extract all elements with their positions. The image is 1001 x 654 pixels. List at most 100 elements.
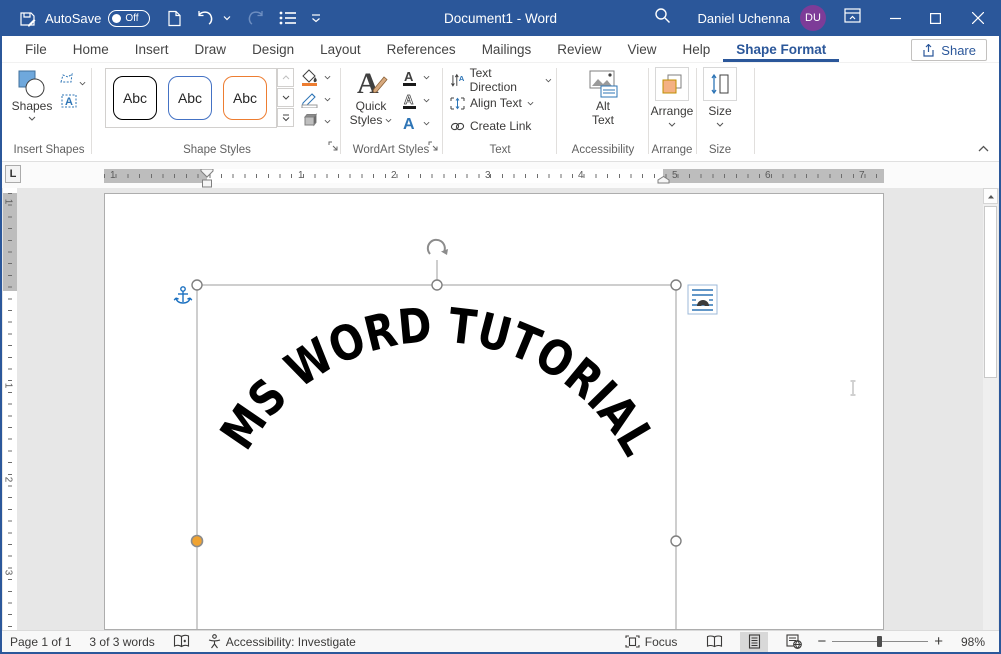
text-outline-button[interactable]: A: [402, 91, 430, 109]
handle-top-left[interactable]: [192, 280, 202, 290]
quick-styles-button[interactable]: A Quick Styles: [344, 67, 398, 127]
collapse-ribbon-button[interactable]: [978, 139, 989, 157]
align-text-button[interactable]: Align Text: [450, 94, 534, 112]
maximize-button[interactable]: [915, 0, 955, 36]
handle-top-center[interactable]: [432, 280, 442, 290]
window-border-left: [0, 0, 2, 654]
share-button[interactable]: Share: [911, 39, 987, 61]
zoom-in-button[interactable]: +: [934, 631, 952, 652]
zoom-out-button[interactable]: −: [808, 631, 826, 652]
tab-mailings[interactable]: Mailings: [469, 36, 545, 62]
tab-insert[interactable]: Insert: [122, 36, 182, 62]
ribbon-display-options-icon[interactable]: [844, 8, 861, 28]
size-button[interactable]: Size: [700, 67, 740, 127]
wordart-text[interactable]: MS WORD TUTORIAL: [210, 297, 666, 464]
shape-fill-button[interactable]: [301, 68, 331, 86]
text-effects-button[interactable]: A: [402, 114, 430, 132]
rotate-handle[interactable]: [428, 240, 448, 255]
shape-outline-button[interactable]: [301, 90, 331, 108]
group-title-shape-styles: Shape Styles: [96, 144, 338, 156]
autosave-control[interactable]: AutoSave Off: [45, 10, 150, 27]
right-indent-marker[interactable]: [657, 176, 670, 184]
page-indicator[interactable]: Page 1 of 1: [0, 631, 80, 652]
wordart-dialog-launcher[interactable]: [428, 138, 438, 156]
bullet-list-icon[interactable]: [272, 0, 304, 36]
create-link-icon: [450, 120, 465, 133]
alt-text-button[interactable]: Alt Text: [578, 69, 628, 127]
shapes-button[interactable]: Shapes: [8, 69, 56, 121]
zoom-slider[interactable]: [832, 641, 928, 642]
arrange-button[interactable]: Arrange: [652, 67, 692, 127]
document-title: Document1 - Word: [444, 0, 557, 36]
tab-file[interactable]: File: [12, 36, 60, 62]
shape-style-preset-1[interactable]: Abc: [113, 76, 157, 120]
scrollbar-thumb[interactable]: [984, 206, 997, 378]
read-mode-button[interactable]: [700, 632, 728, 652]
svg-text:A: A: [459, 73, 465, 82]
ruler-number: 7: [859, 170, 865, 181]
avatar[interactable]: DU: [800, 5, 826, 31]
group-wordart-styles: A Quick Styles A A A: [344, 67, 438, 159]
gallery-more-button[interactable]: [277, 108, 294, 127]
create-link-button[interactable]: Create Link: [450, 117, 531, 135]
text-fill-button[interactable]: A: [402, 68, 430, 86]
tab-help[interactable]: Help: [670, 36, 724, 62]
handle-middle-right[interactable]: [671, 536, 681, 546]
document-canvas: 1 1 2 3 MS WORD TUTORIAL: [0, 188, 1001, 630]
tab-stop-selector[interactable]: L: [5, 165, 21, 183]
indent-markers[interactable]: [200, 169, 214, 188]
shape-style-gallery: Abc Abc Abc: [105, 68, 277, 128]
tab-shape-format[interactable]: Shape Format: [723, 36, 839, 62]
group-arrange: Arrange Arrange: [650, 67, 694, 159]
zoom-slider-thumb[interactable]: [877, 636, 882, 647]
group-insert-shapes: Shapes A Insert Shapes: [8, 67, 90, 159]
share-icon: [922, 44, 935, 57]
svg-text:A: A: [357, 67, 379, 99]
shape-effects-button[interactable]: [301, 112, 331, 130]
adjustment-handle[interactable]: [192, 536, 203, 547]
new-document-icon[interactable]: [160, 0, 189, 36]
ruler-number: 3: [485, 170, 491, 181]
shape-style-preset-2[interactable]: Abc: [168, 76, 212, 120]
print-layout-button[interactable]: [740, 632, 768, 652]
scrollbar-up-button[interactable]: [983, 188, 998, 204]
tab-design[interactable]: Design: [239, 36, 307, 62]
alt-text-label-1: Alt: [596, 99, 610, 113]
tab-layout[interactable]: Layout: [307, 36, 374, 62]
gallery-scroll-up[interactable]: [277, 68, 294, 87]
group-title-size: Size: [698, 144, 742, 156]
ibeam-cursor: [851, 381, 856, 395]
tab-review[interactable]: Review: [544, 36, 614, 62]
text-box-button[interactable]: A: [60, 93, 78, 114]
text-direction-icon: A: [450, 73, 465, 88]
word-count[interactable]: 3 of 3 words: [80, 631, 163, 652]
gallery-scroll-down[interactable]: [277, 88, 294, 107]
toggle-knob: [112, 14, 121, 23]
shape-style-preset-3[interactable]: Abc: [223, 76, 267, 120]
minimize-button[interactable]: [875, 0, 915, 36]
svg-text:A: A: [65, 96, 73, 108]
redo-button-disabled: [238, 0, 272, 36]
proofing-icon[interactable]: [164, 631, 199, 652]
search-icon[interactable]: [654, 7, 671, 29]
save-icon[interactable]: [12, 0, 43, 36]
tab-draw[interactable]: Draw: [182, 36, 240, 62]
focus-button[interactable]: Focus: [616, 631, 687, 652]
user-name[interactable]: Daniel Uchenna: [697, 11, 790, 26]
web-layout-button[interactable]: [780, 632, 808, 652]
tab-home[interactable]: Home: [60, 36, 122, 62]
tab-view[interactable]: View: [614, 36, 669, 62]
layout-options-button[interactable]: [688, 285, 717, 314]
align-text-label: Align Text: [470, 96, 522, 110]
quick-access-more-icon[interactable]: [304, 0, 328, 36]
text-direction-button[interactable]: A Text Direction: [450, 71, 552, 89]
close-button[interactable]: [955, 0, 1001, 36]
edit-shape-button[interactable]: [58, 71, 86, 91]
autosave-toggle[interactable]: Off: [108, 10, 150, 27]
accessibility-status[interactable]: Accessibility: Investigate: [199, 631, 365, 652]
zoom-percent[interactable]: 98%: [952, 631, 1001, 652]
handle-top-right[interactable]: [671, 280, 681, 290]
shape-styles-dialog-launcher[interactable]: [328, 138, 338, 156]
undo-button[interactable]: [189, 0, 238, 36]
tab-references[interactable]: References: [374, 36, 469, 62]
